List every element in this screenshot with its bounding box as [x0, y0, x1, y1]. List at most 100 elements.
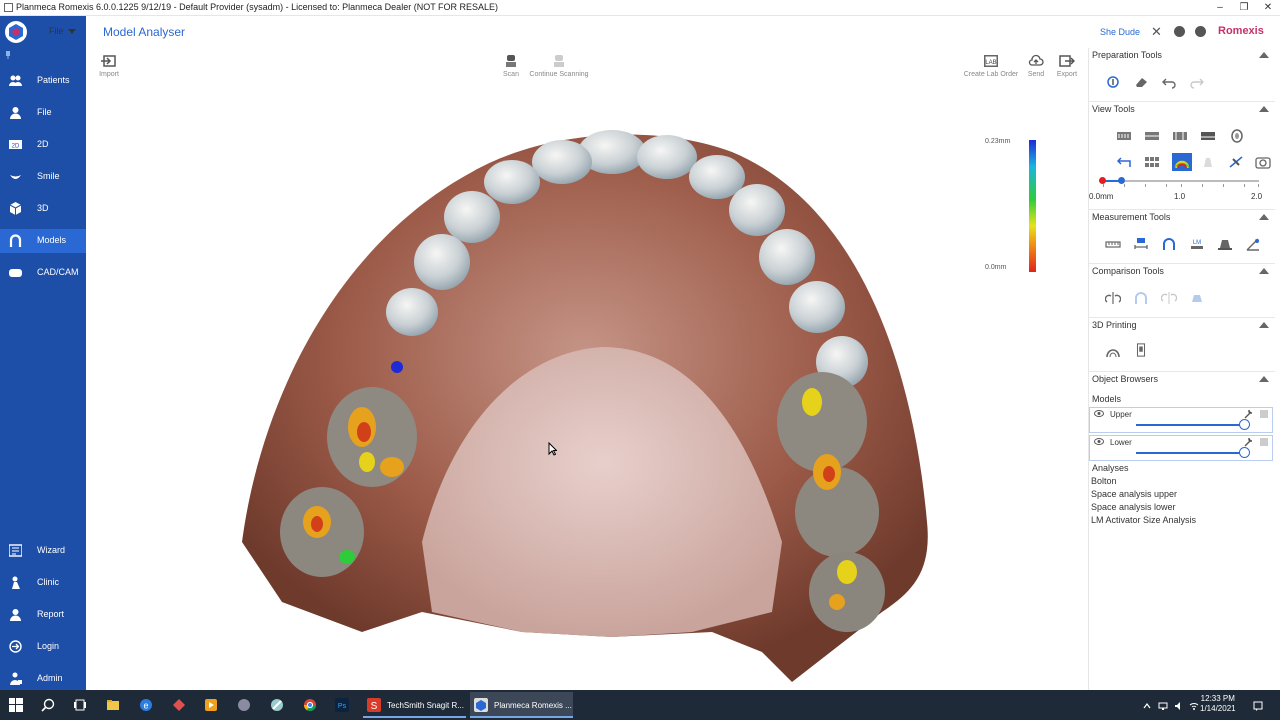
opacity-handle[interactable] [1239, 447, 1250, 458]
scan-button[interactable]: Scan [500, 54, 522, 78]
sidebar-item-cad-cam[interactable]: CAD/CAM [0, 261, 86, 285]
app-icon-6[interactable] [270, 698, 284, 712]
sidebar-item-file[interactable]: File [0, 101, 86, 125]
camera-icon[interactable] [1255, 155, 1271, 169]
view-tools-header[interactable]: View Tools [1092, 104, 1135, 114]
ruler-icon[interactable] [1105, 237, 1121, 251]
sidebar-item-login[interactable]: Login [0, 635, 86, 659]
close-patient-icon[interactable]: ✕ [1151, 24, 1162, 40]
printer-icon[interactable] [1133, 343, 1149, 357]
app-icon-4[interactable] [204, 698, 218, 712]
sidebar-item-patients[interactable]: Patients [0, 69, 86, 93]
collapse-icon[interactable] [1259, 214, 1269, 220]
eraser-tool-icon[interactable] [1133, 75, 1149, 89]
analysis-item[interactable]: Space analysis upper [1091, 489, 1177, 499]
windows-start-icon[interactable] [9, 698, 23, 712]
split-compare-icon[interactable] [1161, 291, 1177, 305]
notifications-icon[interactable] [1253, 701, 1263, 711]
color-swatch[interactable] [1260, 438, 1268, 446]
user-name[interactable]: She Dude [1100, 27, 1140, 37]
model-row-lower[interactable]: Lower [1089, 435, 1273, 461]
export-button[interactable]: Export [1056, 54, 1078, 78]
restore-button[interactable]: ❐ [1232, 0, 1256, 16]
romexis-logo[interactable] [5, 21, 27, 43]
reset-view-icon[interactable] [1116, 155, 1132, 169]
wrench-icon[interactable] [1243, 409, 1253, 419]
rotate-tool-icon[interactable] [1105, 75, 1121, 89]
view-front-icon[interactable] [1116, 129, 1132, 143]
comparison-tools-header[interactable]: Comparison Tools [1092, 266, 1164, 276]
taskbar-app-snagit[interactable]: S TechSmith Snagit R... [363, 692, 466, 718]
analysis-item[interactable]: LM Activator Size Analysis [1091, 515, 1196, 525]
tray-chevron-icon[interactable] [1142, 701, 1152, 711]
collapse-icon[interactable] [1259, 106, 1269, 112]
minimize-button[interactable]: – [1208, 0, 1232, 16]
opacity-slider[interactable] [1136, 452, 1248, 454]
chrome-icon[interactable] [303, 698, 317, 712]
base-tool-icon[interactable] [1217, 237, 1233, 251]
taskbar-clock[interactable]: 12:33 PM 1/14/2021 [1200, 694, 1236, 714]
taskbar-app-romexis[interactable]: Planmeca Romexis ... [470, 692, 573, 718]
analysis-item[interactable]: Bolton [1091, 476, 1117, 486]
model-row-upper[interactable]: Upper [1089, 407, 1273, 433]
collapse-icon[interactable] [1259, 52, 1269, 58]
sidebar-item-3d[interactable]: 3D [0, 197, 86, 221]
tooth-width-icon[interactable] [1133, 237, 1149, 251]
collapse-icon[interactable] [1259, 268, 1269, 274]
import-button[interactable]: Import [98, 54, 120, 78]
app-icon-3[interactable] [172, 698, 186, 712]
view-back-icon[interactable] [1144, 129, 1160, 143]
task-view-icon[interactable] [73, 698, 87, 712]
search-icon[interactable] [41, 698, 55, 712]
object-browsers-header[interactable]: Object Browsers [1092, 374, 1158, 384]
occlusal-view-icon[interactable] [1229, 129, 1245, 143]
clip-tool-icon[interactable] [1228, 155, 1244, 169]
sidebar-item-report[interactable]: Report [0, 603, 86, 627]
view-left-icon[interactable] [1172, 129, 1188, 143]
transparency-icon[interactable] [1200, 155, 1216, 169]
compare-align-icon[interactable] [1105, 291, 1121, 305]
sidebar-item-wizard[interactable]: Wizard [0, 539, 86, 563]
opacity-slider[interactable] [1136, 424, 1248, 426]
network-icon[interactable] [1158, 701, 1168, 711]
sidebar-item-admin[interactable]: Admin [0, 667, 86, 691]
sidebar-item-2d[interactable]: 2D 2D [0, 133, 86, 157]
help-icon[interactable] [1195, 26, 1206, 37]
landmark-icon[interactable]: LM [1189, 237, 1205, 251]
wifi-icon[interactable] [1189, 701, 1199, 711]
analysis-item[interactable]: Space analysis lower [1091, 502, 1176, 512]
create-lab-order-button[interactable]: LAB Create Lab Order [962, 54, 1020, 78]
distance-map-icon[interactable] [1172, 153, 1192, 171]
edge-icon[interactable]: e [139, 698, 153, 712]
3d-viewport[interactable] [92, 92, 1086, 688]
wrench-icon[interactable] [1243, 437, 1253, 447]
redo-icon[interactable] [1189, 75, 1205, 89]
sidebar-item-smile[interactable]: Smile [0, 165, 86, 189]
pin-icon[interactable] [4, 51, 12, 59]
superimpose-icon[interactable] [1133, 291, 1149, 305]
opacity-handle[interactable] [1239, 419, 1250, 430]
app-icon-5[interactable] [237, 698, 251, 712]
measurement-tools-header[interactable]: Measurement Tools [1092, 212, 1170, 222]
grid-view-icon[interactable] [1144, 155, 1160, 169]
distance-range-slider[interactable] [1103, 180, 1259, 182]
collapse-icon[interactable] [1259, 376, 1269, 382]
3d-printing-header[interactable]: 3D Printing [1092, 320, 1137, 330]
send-button[interactable]: Send [1026, 54, 1046, 78]
close-window-button[interactable]: ✕ [1256, 0, 1280, 16]
volume-icon[interactable] [1174, 701, 1184, 711]
undo-icon[interactable] [1161, 75, 1177, 89]
continue-scanning-button[interactable]: Continue Scanning [528, 54, 590, 78]
view-right-icon[interactable] [1200, 129, 1216, 143]
difference-map-icon[interactable] [1189, 291, 1205, 305]
file-menu[interactable]: File [49, 26, 76, 36]
sidebar-item-models[interactable]: Models [0, 229, 86, 253]
sidebar-item-clinic[interactable]: Clinic [0, 571, 86, 595]
color-swatch[interactable] [1260, 410, 1268, 418]
range-max-handle[interactable] [1118, 177, 1125, 184]
collapse-icon[interactable] [1259, 322, 1269, 328]
visibility-eye-icon[interactable] [1094, 438, 1104, 445]
range-min-handle[interactable] [1099, 177, 1106, 184]
file-explorer-icon[interactable] [106, 698, 120, 712]
dental-model-render[interactable] [92, 92, 1086, 688]
